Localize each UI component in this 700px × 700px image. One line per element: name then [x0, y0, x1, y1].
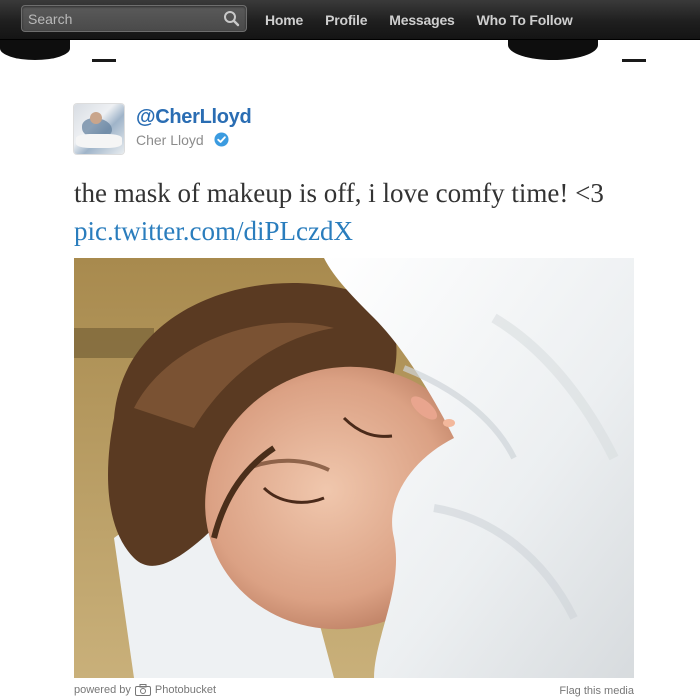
search-input[interactable] [28, 8, 208, 29]
tweet-text: the mask of makeup is off, i love comfy … [74, 174, 634, 250]
photobucket-link[interactable]: Photobucket [155, 684, 216, 696]
nav-who-to-follow[interactable]: Who To Follow [477, 12, 573, 28]
tweet-author-name: Cher Lloyd [136, 132, 204, 148]
background-decoration [0, 40, 70, 60]
main-nav: Home Profile Messages Who To Follow [265, 0, 573, 40]
tweet-handle[interactable]: @CherLloyd [136, 106, 252, 129]
photo-credit: powered by Photobucket [74, 684, 216, 696]
tweet-body: the mask of makeup is off, i love comfy … [74, 178, 604, 208]
photo-image [74, 258, 634, 678]
nav-profile[interactable]: Profile [325, 12, 367, 28]
background-decoration [508, 40, 598, 60]
tweet-photo[interactable] [74, 258, 634, 678]
powered-by-label: powered by [74, 684, 131, 696]
avatar[interactable] [74, 104, 124, 154]
flag-media-link[interactable]: Flag this media [559, 685, 634, 697]
nav-home[interactable]: Home [265, 12, 303, 28]
camera-icon [134, 684, 151, 696]
nav-messages[interactable]: Messages [389, 12, 455, 28]
tweet-media-link[interactable]: pic.twitter.com/diPLczdX [74, 216, 353, 246]
search-field[interactable] [21, 5, 247, 32]
top-navigation-bar: Home Profile Messages Who To Follow [0, 0, 700, 40]
verified-badge-icon [214, 132, 229, 147]
search-icon[interactable] [222, 9, 242, 29]
